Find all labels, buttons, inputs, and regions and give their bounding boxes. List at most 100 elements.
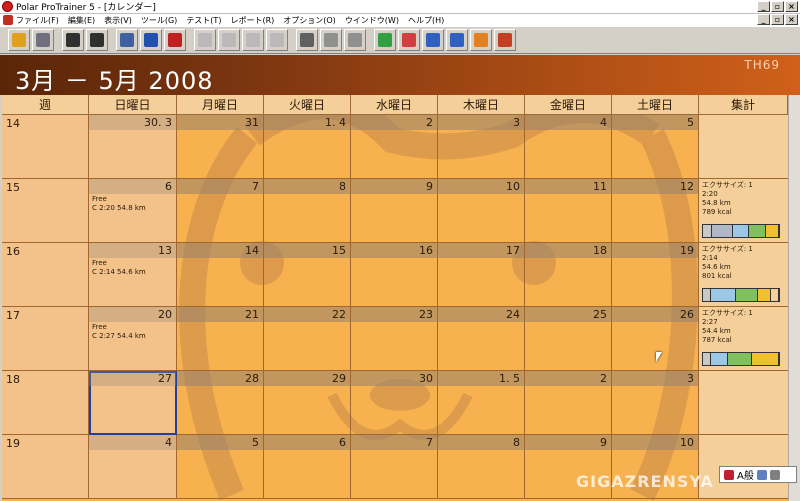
day-cell[interactable]: 3 (438, 115, 525, 179)
ime-options-icon[interactable] (769, 469, 780, 480)
transfer-button[interactable] (86, 29, 108, 51)
day-cell[interactable]: 4 (525, 115, 612, 179)
day-cell[interactable]: 18 (525, 243, 612, 307)
scale-button[interactable] (344, 29, 366, 51)
day-cell[interactable]: 22 (264, 307, 351, 371)
report-2-button[interactable] (398, 29, 420, 51)
chart-area-button[interactable] (194, 29, 216, 51)
list-button[interactable] (242, 29, 264, 51)
day-cell[interactable]: 15 (264, 243, 351, 307)
report-5-button[interactable] (470, 29, 492, 51)
day-cell[interactable]: 5 (612, 115, 699, 179)
week-number-cell[interactable]: 17 (2, 307, 89, 371)
week-number-cell[interactable]: 14 (2, 115, 89, 179)
week-number-cell[interactable]: 16 (2, 243, 89, 307)
day-cell[interactable]: 16 (351, 243, 438, 307)
minimize-button[interactable]: _ (757, 1, 770, 12)
week-number-cell[interactable]: 19 (2, 435, 89, 499)
fitness-test-button[interactable] (164, 29, 186, 51)
polar-app-icon[interactable] (2, 1, 13, 12)
day-cell[interactable]: 30. 3 (89, 115, 177, 179)
sync-button[interactable] (62, 29, 84, 51)
menu-test[interactable]: テスト(T) (186, 15, 221, 26)
day-cell[interactable]: 23 (351, 307, 438, 371)
day-cell[interactable]: 7 (351, 435, 438, 499)
report-3-button[interactable] (422, 29, 444, 51)
day-cell[interactable]: 1. 4 (264, 115, 351, 179)
ime-mode-label[interactable]: A般 (737, 467, 754, 482)
doc-close-button[interactable]: × (785, 14, 798, 25)
day-cell[interactable]: 11 (525, 179, 612, 243)
zone-segment (751, 353, 779, 365)
close-button[interactable]: × (785, 1, 798, 12)
calendar-button[interactable] (116, 29, 138, 51)
ime-icon[interactable] (724, 469, 734, 480)
day-cell[interactable]: 6 Free C 2:20 54.8 km (89, 179, 177, 243)
table-button[interactable] (266, 29, 288, 51)
menu-view[interactable]: 表示(V) (104, 15, 132, 26)
day-header-band (264, 435, 350, 450)
doc-minimize-button[interactable]: _ (757, 14, 770, 25)
day-cell[interactable]: 6 (264, 435, 351, 499)
day-cell[interactable]: 19 (612, 243, 699, 307)
report-4-button[interactable] (446, 29, 468, 51)
doc-restore-button[interactable]: ▫ (771, 14, 784, 25)
save-button[interactable] (32, 29, 54, 51)
day-cell[interactable]: 4 (89, 435, 177, 499)
vertical-scrollbar[interactable] (788, 95, 800, 501)
report-1-button[interactable] (374, 29, 396, 51)
week-summary-cell[interactable]: エクササイズ: 1 2:14 54.6 km 801 kcal (699, 243, 788, 307)
menu-options[interactable]: オプション(O) (283, 15, 336, 26)
day-cell[interactable]: 27 (89, 371, 177, 435)
day-cell[interactable]: 29 (264, 371, 351, 435)
day-cell[interactable]: 8 (438, 435, 525, 499)
day-cell[interactable]: 20 Free C 2:27 54.4 km (89, 307, 177, 371)
day-cell[interactable]: 9 (351, 179, 438, 243)
exercise-entry[interactable]: Free C 2:20 54.8 km (92, 195, 146, 213)
day-cell[interactable]: 17 (438, 243, 525, 307)
open-file-button[interactable] (8, 29, 30, 51)
week-summary-cell[interactable] (699, 371, 788, 435)
menu-tools[interactable]: ツール(G) (141, 15, 177, 26)
day-cell[interactable]: 12 (612, 179, 699, 243)
day-cell[interactable]: 28 (177, 371, 264, 435)
day-cell[interactable]: 3 (612, 371, 699, 435)
sport-zone-button[interactable] (320, 29, 342, 51)
users-button[interactable] (494, 29, 516, 51)
menu-window[interactable]: ウインドウ(W) (345, 15, 399, 26)
ime-tool-icon[interactable] (756, 469, 767, 480)
day-cell[interactable]: 2 (525, 371, 612, 435)
day-cell[interactable]: 7 (177, 179, 264, 243)
exercise-entry[interactable]: Free C 2:27 54.4 km (92, 323, 146, 341)
menu-edit[interactable]: 編集(E) (68, 15, 95, 26)
menu-file[interactable]: ファイル(F) (16, 15, 59, 26)
day-cell[interactable]: 24 (438, 307, 525, 371)
day-cell[interactable]: 2 (351, 115, 438, 179)
zoom-button[interactable] (296, 29, 318, 51)
open-file-icon (12, 33, 26, 47)
day-cell[interactable]: 30 (351, 371, 438, 435)
week-summary-cell[interactable]: エクササイズ: 1 2:20 54.8 km 789 kcal (699, 179, 788, 243)
day-cell[interactable]: 5 (177, 435, 264, 499)
day-cell[interactable]: 31 (177, 115, 264, 179)
menu-report[interactable]: レポート(R) (230, 15, 274, 26)
day-cell[interactable]: 25 (525, 307, 612, 371)
day-cell[interactable]: 10 (438, 179, 525, 243)
book-button[interactable] (140, 29, 162, 51)
exercise-entry[interactable]: Free C 2:14 54.6 km (92, 259, 146, 277)
week-summary-cell[interactable]: エクササイズ: 1 2:27 54.4 km 787 kcal (699, 307, 788, 371)
week-summary-cell[interactable] (699, 115, 788, 179)
day-cell[interactable]: 1. 5 (438, 371, 525, 435)
menu-help[interactable]: ヘルプ(H) (408, 15, 444, 26)
document-system-icon[interactable] (3, 15, 13, 25)
calendar-grid: 週日曜日 月曜日 火曜日 水曜日 木曜日 金曜日 土曜日 集計 14 30. 3 31 1. 4234… (2, 95, 788, 501)
week-number-cell[interactable]: 15 (2, 179, 89, 243)
day-cell[interactable]: 13 Free C 2:14 54.6 km (89, 243, 177, 307)
day-cell[interactable]: 14 (177, 243, 264, 307)
day-cell[interactable]: 8 (264, 179, 351, 243)
chart-bar-button[interactable] (218, 29, 240, 51)
week-number-cell[interactable]: 18 (2, 371, 89, 435)
day-number: 25 (593, 308, 607, 321)
day-cell[interactable]: 21 (177, 307, 264, 371)
maximize-button[interactable]: ▫ (771, 1, 784, 12)
